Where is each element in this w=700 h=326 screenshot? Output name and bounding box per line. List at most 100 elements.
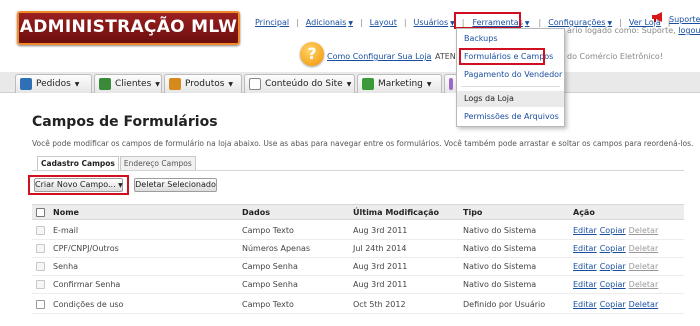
row-checkbox[interactable] [36, 300, 45, 309]
nav-separator: | [359, 17, 363, 27]
cell-modificacao: Aug 3rd 2011 [353, 280, 408, 289]
edit-link[interactable]: Editar [573, 262, 597, 271]
cell-modificacao: Oct 5th 2012 [353, 300, 406, 309]
col-tipo[interactable]: Tipo [463, 205, 482, 219]
page-icon [249, 78, 261, 90]
chevron-down-icon: ▼ [348, 19, 353, 27]
copy-link[interactable]: Copiar [600, 244, 626, 253]
nav-adicionais-label: Adicionais [305, 17, 347, 27]
nav-separator: | [403, 17, 407, 27]
logged-user-name: Suporte, [641, 26, 676, 35]
tab-marketing[interactable]: Marketing ▼ [357, 74, 442, 93]
logged-prefix: ário logado como: [567, 26, 640, 35]
tab-clientes[interactable]: Clientes ▼ [94, 74, 162, 93]
cell-tipo: Definido por Usuário [463, 300, 546, 309]
nav-adicionais[interactable]: Adicionais ▼ [306, 18, 353, 27]
cell-acoes: Editar Copiar Deletar [573, 240, 658, 257]
chevron-down-icon: ▼ [346, 80, 352, 88]
chevron-down-icon: ▼ [524, 19, 530, 27]
page-title: Campos de Formulários [32, 114, 218, 130]
copy-link[interactable]: Copiar [600, 300, 626, 309]
cart-icon [20, 78, 32, 90]
table-row[interactable]: CPF/CNPJ/Outros Números Apenas Jul 24th … [32, 240, 684, 258]
create-field-highlight-box [28, 175, 129, 195]
table-header: Nome Dados Última Modificação Tipo Ação [32, 204, 684, 220]
store-logo[interactable]: ADMINISTRAÇÃO MLW [17, 11, 240, 45]
col-dados[interactable]: Dados [242, 205, 270, 219]
cell-acoes: Editar Copiar Deletar [573, 222, 658, 239]
stats-icon [449, 78, 453, 90]
copy-link[interactable]: Copiar [600, 280, 626, 289]
col-acao: Ação [573, 207, 595, 217]
ferramentas-highlight-box [454, 12, 521, 29]
edit-link[interactable]: Editar [573, 244, 597, 253]
menu-item-permissoes-arquivos[interactable]: Permissões de Arquivos [457, 109, 564, 125]
edit-link[interactable]: Editar [573, 226, 597, 235]
cell-dados: Números Apenas [242, 244, 311, 253]
money-icon [362, 78, 374, 90]
copy-link[interactable]: Copiar [600, 226, 626, 235]
suporte-link[interactable]: Suporte [669, 15, 700, 24]
table-row[interactable]: Senha Campo Senha Aug 3rd 2011 Nativo do… [32, 258, 684, 276]
chevron-down-icon: ▼ [426, 80, 432, 88]
select-all-checkbox[interactable] [36, 208, 45, 217]
logged-user-info: ário logado como: Suporte, logout) [567, 26, 700, 35]
megaphone-icon[interactable] [651, 11, 665, 23]
chevron-down-icon: ▼ [228, 80, 234, 88]
cell-acoes: Editar Copiar Deletar [573, 258, 658, 275]
nav-separator: | [538, 17, 542, 27]
table-row[interactable]: Confirmar Senha Campo Senha Aug 3rd 2011… [32, 276, 684, 294]
row-checkbox[interactable] [36, 244, 45, 253]
cell-nome: E-mail [53, 226, 79, 235]
col-nome[interactable]: Nome [53, 205, 79, 219]
menu-item-pagamento-vendedor[interactable]: Pagamento do Vendedor [457, 67, 564, 83]
tab-conteudo[interactable]: Conteúdo do Site ▼ [244, 74, 355, 93]
users-icon [99, 78, 111, 90]
table-row[interactable]: Condições de uso Campo Texto Oct 5th 201… [32, 296, 684, 314]
menu-item-backups[interactable]: Backups [457, 31, 564, 47]
cell-nome: Confirmar Senha [53, 280, 121, 289]
tab-produtos-label: Produtos [185, 79, 225, 89]
cell-modificacao: Aug 3rd 2011 [353, 262, 408, 271]
cell-acoes: Editar Copiar Deletar [573, 276, 658, 293]
row-checkbox[interactable] [36, 280, 45, 289]
cell-nome: Senha [53, 262, 79, 271]
tab-cadastro-campos[interactable]: Cadastro Campos [37, 156, 119, 170]
chevron-down-icon: ▼ [74, 80, 80, 88]
formularios-highlight-box [459, 48, 545, 65]
nav-principal[interactable]: Principal [255, 18, 289, 27]
tab-clientes-label: Clientes [115, 79, 152, 89]
logout-link[interactable]: logout [678, 26, 700, 35]
cell-dados: Campo Senha [242, 262, 298, 271]
row-checkbox[interactable] [36, 262, 45, 271]
delete-link: Deletar [628, 262, 659, 271]
tab-marketing-label: Marketing [378, 79, 423, 89]
main-tab-bar: Pedidos ▼ Clientes ▼ Produtos ▼ Conteúdo… [0, 72, 700, 93]
delete-link: Deletar [628, 280, 659, 289]
delete-link[interactable]: Deletar [629, 300, 659, 309]
ferramentas-dropdown-menu: Backups Formulários e Campos Pagamento d… [456, 28, 565, 127]
help-link[interactable]: Como Configurar Sua Loja [327, 52, 431, 61]
cell-tipo: Nativo do Sistema [463, 280, 537, 289]
edit-link[interactable]: Editar [573, 280, 597, 289]
cell-modificacao: Aug 3rd 2011 [353, 226, 408, 235]
comercio-text: do Comércio Eletrônico! [567, 52, 664, 61]
tab-produtos[interactable]: Produtos ▼ [164, 74, 242, 93]
table-row[interactable]: E-mail Campo Texto Aug 3rd 2011 Nativo d… [32, 222, 684, 240]
cell-tipo: Nativo do Sistema [463, 226, 537, 235]
cell-tipo: Nativo do Sistema [463, 262, 537, 271]
cell-nome: Condições de uso [53, 300, 124, 309]
col-modificacao[interactable]: Última Modificação [353, 205, 439, 219]
help-icon[interactable]: ? [300, 42, 324, 66]
copy-link[interactable]: Copiar [600, 262, 626, 271]
delete-selected-button[interactable]: Deletar Selecionado [134, 178, 217, 192]
tab-pedidos[interactable]: Pedidos ▼ [15, 74, 92, 93]
menu-divider [461, 86, 560, 87]
row-checkbox[interactable] [36, 226, 45, 235]
nav-layout[interactable]: Layout [370, 18, 397, 27]
nav-usuarios[interactable]: Usuários ▼ [414, 18, 455, 27]
tab-endereco-campos[interactable]: Endereço Campos [119, 156, 196, 170]
edit-link[interactable]: Editar [573, 300, 597, 309]
header: ADMINISTRAÇÃO MLW Principal | Adicionais… [0, 0, 700, 72]
menu-item-logs-loja[interactable]: Logs da Loja [457, 91, 564, 107]
